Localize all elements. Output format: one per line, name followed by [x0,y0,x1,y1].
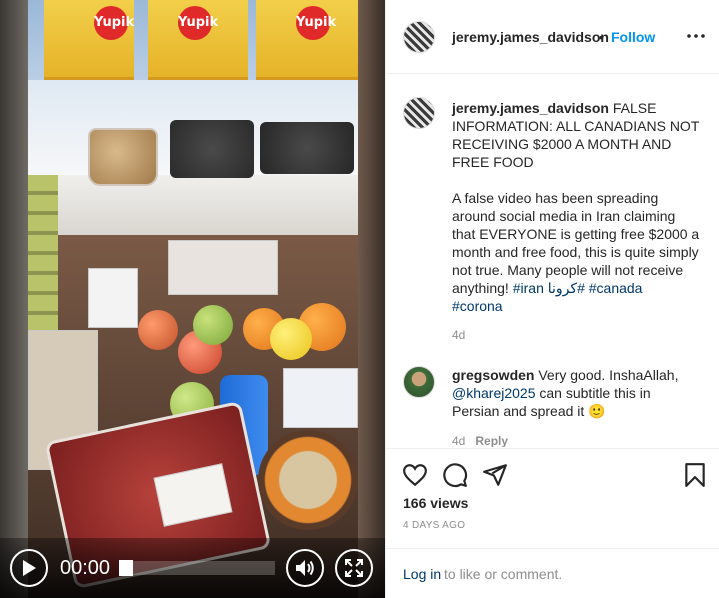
video-blur-left [0,0,28,598]
follow-button[interactable]: Follow [611,29,655,45]
hashtag[interactable]: #كرونا [548,280,585,296]
hummus-tub [258,430,358,530]
caption-username[interactable]: jeremy.james_davidson [452,100,609,116]
comment-meta: 4d Reply [452,434,508,447]
more-options-button[interactable] [684,26,708,46]
share-button[interactable] [482,462,508,488]
play-icon [23,560,36,576]
commenter-avatar[interactable] [403,366,435,398]
comment-age[interactable]: 4d [452,434,465,447]
seed-container [260,122,354,174]
video-player[interactable]: Yupik Yupik Yupik 00:00 [0,0,385,598]
comment-button[interactable] [442,462,468,488]
header-separator: • [599,29,604,45]
author-username[interactable]: jeremy.james_davidson [452,29,609,45]
grocery-box [88,268,138,328]
reply-button[interactable]: Reply [475,434,508,447]
snack-bag: Yupik [256,0,358,80]
seek-handle[interactable] [119,560,133,576]
bookmark-icon [685,463,705,487]
comment-text: Very good. InshaAllah, [538,367,679,383]
author-avatar[interactable] [403,97,435,129]
seek-bar[interactable] [119,561,275,575]
post-timestamp: 4 DAYS AGO [403,520,466,531]
lemon [270,318,312,360]
butter-box [283,368,358,428]
volume-button[interactable] [286,549,324,587]
login-prompt-text: to like or comment. [444,566,563,582]
login-link[interactable]: Log in [403,566,441,582]
snack-logo: Yupik [296,6,336,40]
window-sill [28,175,358,235]
video-frame: Yupik Yupik Yupik [28,0,358,598]
volume-icon [296,560,314,576]
paper-plane-icon [483,464,507,486]
post-header: jeremy.james_davidson • Follow [386,0,719,74]
play-button[interactable] [10,549,48,587]
post-sidebar: jeremy.james_davidson • Follow jeremy.ja… [385,0,719,598]
view-count[interactable]: 166 views [403,495,468,511]
current-time: 00:00 [60,557,111,579]
video-controls: 00:00 [0,538,385,598]
berry-container [168,240,278,295]
like-button[interactable] [402,462,428,488]
seed-container [170,120,254,178]
snack-bag: Yupik [44,0,134,80]
hashtag[interactable]: #corona [452,298,503,314]
author-avatar[interactable] [403,21,435,53]
login-prompt: Log in to like or comment. [386,548,719,598]
hashtag[interactable]: #iran [513,280,544,296]
comment-username[interactable]: gregsowden [452,367,534,383]
video-blur-right [358,0,385,598]
hashtag[interactable]: #canada [589,280,643,296]
fullscreen-icon [345,559,363,577]
fullscreen-button[interactable] [335,549,373,587]
caption-text: FALSE INFORMATION: ALL CANADIANS NOT REC… [452,100,700,296]
canned-goods [28,175,58,335]
tomato [138,310,178,350]
nut-jar [88,128,158,186]
post-caption: jeremy.james_davidson FALSE INFORMATION:… [452,99,700,315]
snack-logo: Yupik [94,6,134,40]
pear [193,305,233,345]
comment-item: gregsowden Very good. InshaAllah, @khare… [452,366,700,420]
more-horizontal-icon [687,34,705,38]
comments-list: jeremy.james_davidson FALSE INFORMATION:… [386,75,719,447]
snack-bag: Yupik [148,0,248,80]
caption-age[interactable]: 4d [452,328,465,342]
save-button[interactable] [682,462,708,488]
comment-mention[interactable]: @kharej2025 [452,385,536,401]
comment-bubble-icon [443,463,468,488]
heart-icon [403,464,427,487]
snack-logo: Yupik [178,6,218,40]
